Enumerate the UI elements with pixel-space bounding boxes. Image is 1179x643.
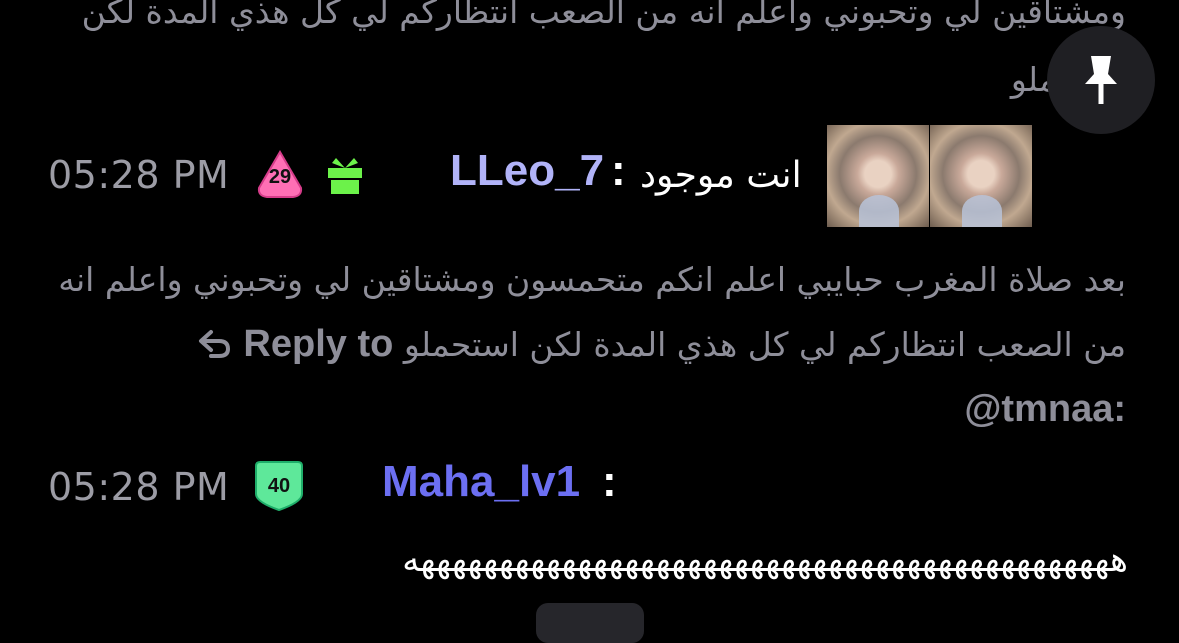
reply-context[interactable]: بعد صلاة المغرب حبايبي اعلم انكم متحمسون… [46,248,1126,442]
previous-reply-continuation: ومشتاقين لي وتحبوني واعلم انه من الصعب ا… [81,0,1126,99]
message-timestamp: 05:28 PM [48,465,230,509]
username-colon: : [611,146,626,195]
emote-image [930,125,1032,227]
gift-icon[interactable] [324,154,366,196]
message-text: انت موجود [640,155,802,196]
chat-message-maha: 05:28 PM 40 Maha_lv1 : [0,455,1179,525]
pin-button[interactable] [1047,26,1155,134]
pin-icon [1085,56,1117,104]
message-text: هههههههههههههههههههههههههههههههههههههههه… [402,540,1128,580]
username-colon: : [602,457,617,506]
chat-message-lleo: 05:28 PM 29 LLeo_7 : انت موجود [0,125,1179,235]
badge-number: 29 [268,166,292,188]
emote-image [827,125,929,227]
message-timestamp: 05:28 PM [48,153,230,197]
username-lleo[interactable]: LLeo_7 [450,146,604,196]
scroll-to-bottom-button[interactable] [536,603,644,643]
level-badge-29[interactable]: 29 [255,150,305,200]
level-badge-40[interactable]: 40 [254,460,304,512]
chat-feed[interactable]: ومشتاقين لي وتحبوني واعلم انه من الصعب ا… [0,0,1179,643]
username-maha[interactable]: Maha_lv1 [382,457,580,507]
badge-number: 40 [267,475,291,497]
reply-arrow-icon [197,316,233,358]
